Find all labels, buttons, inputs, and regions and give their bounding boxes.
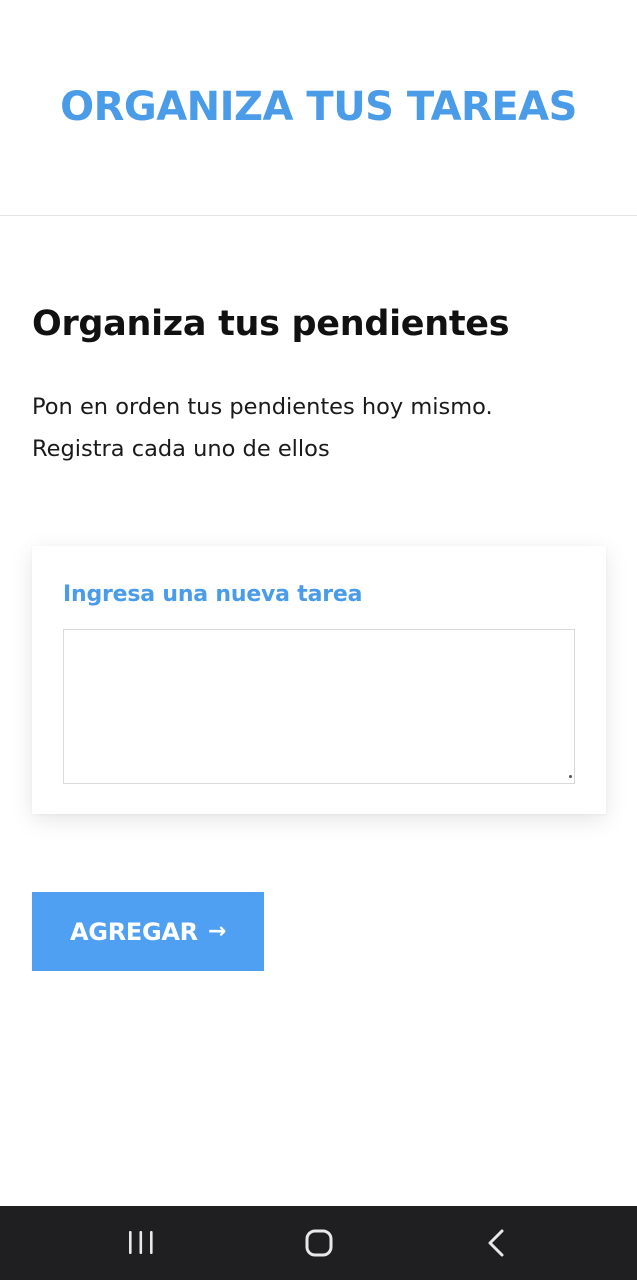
add-task-button[interactable]: AGREGAR → <box>32 892 264 971</box>
page-title: Organiza tus pendientes <box>32 304 510 344</box>
back-icon <box>488 1229 504 1257</box>
description-line-1: Pon en orden tus pendientes hoy mismo. <box>32 394 493 420</box>
description-line-2: Registra cada uno de ellos <box>32 436 330 462</box>
resize-handle-icon[interactable] <box>569 775 572 778</box>
page-description: Pon en orden tus pendientes hoy mismo. R… <box>32 386 612 470</box>
add-task-button-label: AGREGAR <box>70 917 198 946</box>
new-task-textarea[interactable] <box>63 629 575 784</box>
app-page: ORGANIZA TUS TAREAS Organiza tus pendien… <box>0 0 637 1280</box>
system-navigation-bar <box>0 1206 637 1280</box>
arrow-right-icon: → <box>207 918 226 944</box>
recent-apps-icon <box>129 1231 153 1254</box>
app-header: ORGANIZA TUS TAREAS <box>0 0 637 216</box>
home-icon <box>305 1229 333 1257</box>
new-task-card: Ingresa una nueva tarea <box>32 546 606 814</box>
back-button[interactable] <box>452 1206 542 1280</box>
new-task-label: Ingresa una nueva tarea <box>63 582 363 607</box>
recent-apps-button[interactable] <box>96 1206 186 1280</box>
app-title: ORGANIZA TUS TAREAS <box>60 84 577 130</box>
home-button[interactable] <box>274 1206 364 1280</box>
